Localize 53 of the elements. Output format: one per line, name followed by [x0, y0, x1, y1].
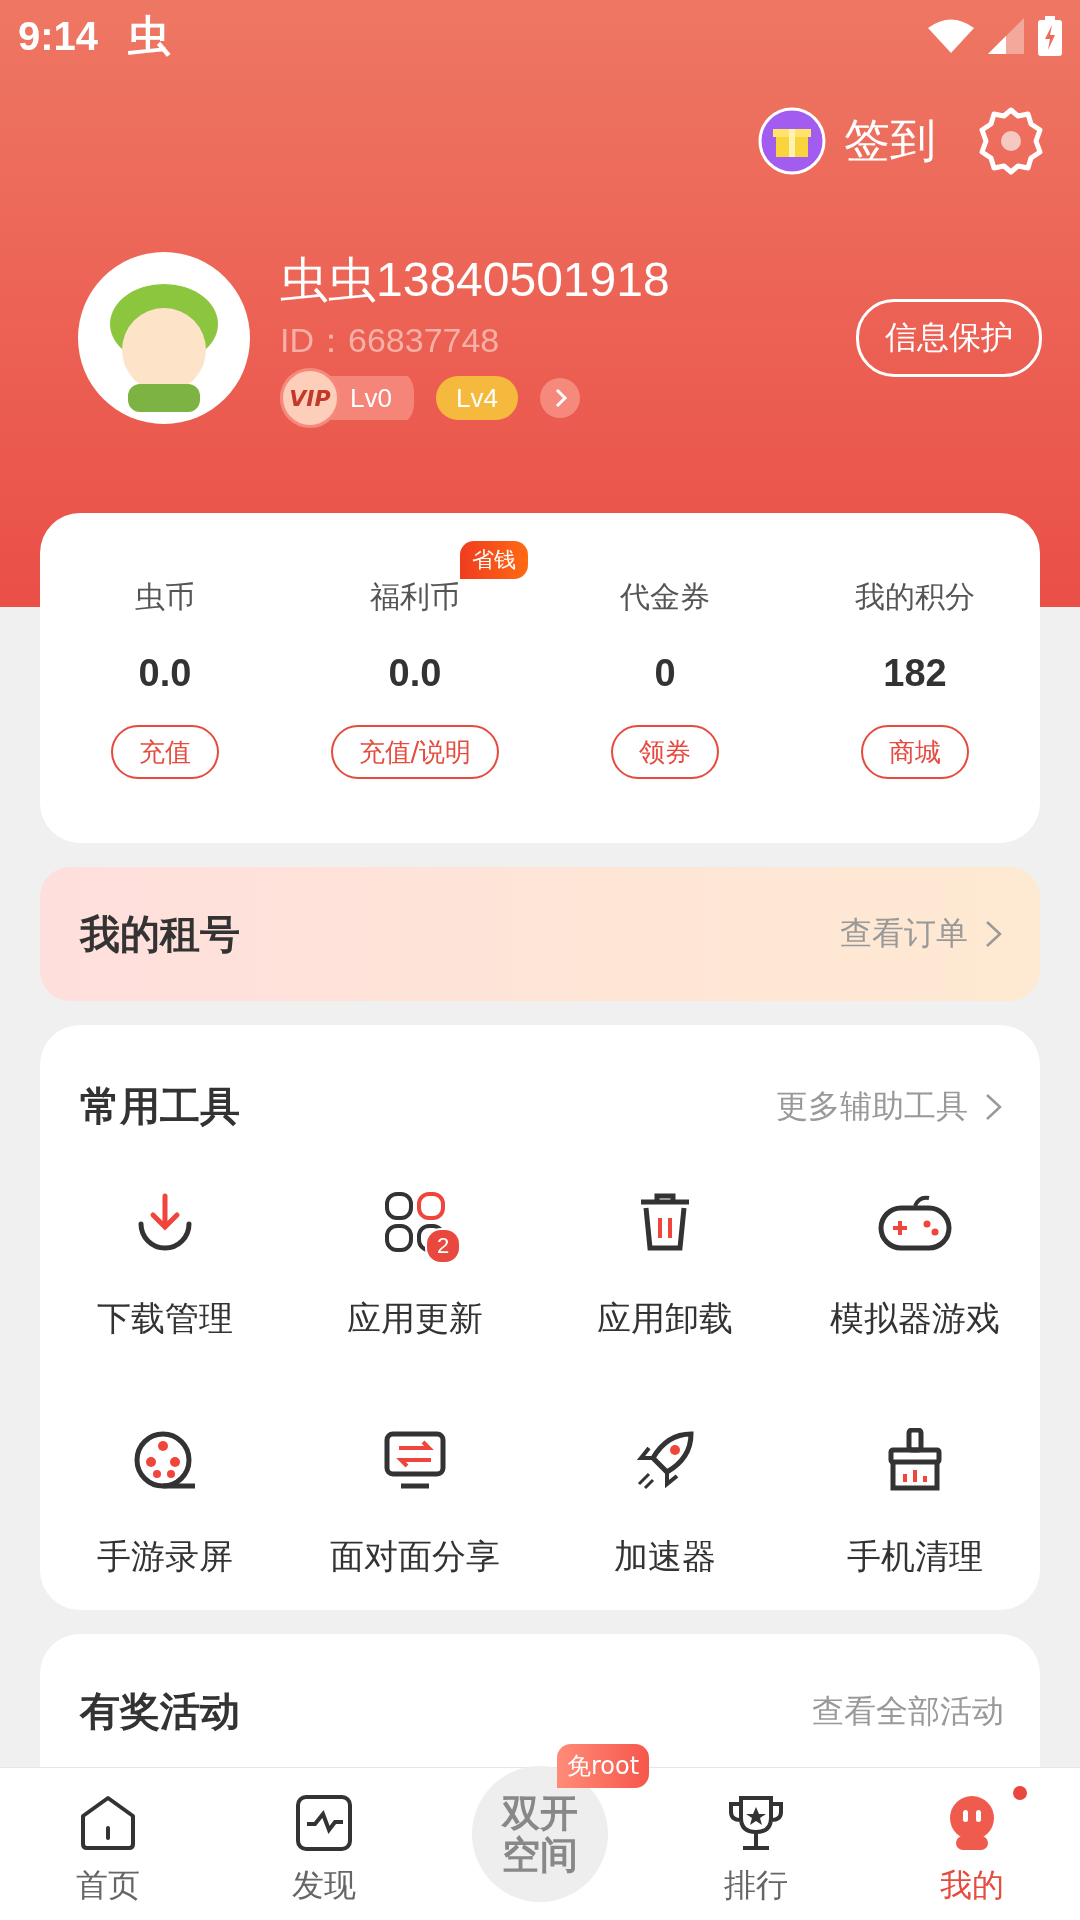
trophy-icon [727, 1794, 785, 1852]
stat-label: 代金券 [620, 579, 710, 614]
gift-icon [758, 107, 826, 175]
chevron-right-icon[interactable] [539, 378, 580, 418]
home-icon [79, 1794, 137, 1852]
stat-value: 0 [654, 652, 676, 695]
tool-item[interactable]: 面对面分享 [290, 1422, 540, 1580]
user-name: 虫虫13840501918 [280, 252, 671, 308]
wifi-icon [928, 19, 974, 53]
info-protection-button[interactable]: 信息保护 [856, 299, 1042, 377]
tool-item[interactable]: 加速器 [540, 1422, 790, 1580]
stat-action-button[interactable]: 充值/说明 [330, 725, 500, 779]
tool-item[interactable]: 下载管理 [40, 1184, 290, 1342]
avatar[interactable] [78, 252, 250, 424]
signal-icon [988, 18, 1024, 54]
tool-item[interactable]: 手游录屏 [40, 1422, 290, 1580]
rental-card[interactable]: 我的租号 查看订单 [40, 867, 1040, 1001]
stat-label: 福利币 [370, 579, 460, 614]
nav-tab[interactable]: 我的 [864, 1780, 1080, 1908]
stat-label: 虫币 [135, 579, 195, 614]
tool-item[interactable]: 手机清理 [790, 1422, 1040, 1580]
stat-action-button[interactable]: 领券 [611, 725, 719, 779]
chevron-right-icon [984, 1091, 1004, 1122]
stat-value: 0.0 [388, 652, 442, 695]
nav-tab[interactable]: 首页 [0, 1780, 216, 1908]
user-id: ID：66837748 [280, 320, 501, 361]
checkin-button[interactable]: 签到 [758, 107, 936, 175]
stat-action-button[interactable]: 充值 [111, 725, 219, 779]
all-activities-link[interactable]: 查看全部活动 [812, 1689, 1004, 1734]
section-title: 我的租号 [80, 909, 241, 959]
view-orders-link[interactable]: 查看订单 [840, 912, 1004, 956]
nav-tab[interactable]: 发现 [216, 1780, 432, 1908]
battery-icon [1038, 16, 1062, 56]
count-badge: 2 [425, 1228, 461, 1264]
pulse-chart-icon [295, 1794, 353, 1852]
tool-item[interactable]: 应用卸载 [540, 1184, 790, 1342]
more-tools-link[interactable]: 更多辅助工具 [776, 1084, 1004, 1129]
stat-action-button[interactable]: 商城 [861, 725, 969, 779]
stat-value: 182 [883, 652, 947, 695]
status-time: 9:14 [18, 13, 99, 59]
stat-label: 我的积分 [855, 579, 975, 614]
section-title: 常用工具 [80, 1082, 240, 1131]
stat-value: 0.0 [138, 652, 192, 695]
tool-item[interactable]: 模拟器游戏 [790, 1184, 1040, 1342]
nav-tab[interactable]: 排行 [648, 1780, 864, 1908]
tool-item[interactable]: 2 应用更新 [290, 1184, 540, 1342]
app-notification-glyph: 虫 [128, 10, 171, 62]
vip-level-badge[interactable]: VIP Lv0 [280, 368, 414, 428]
section-title: 有奖活动 [80, 1687, 240, 1736]
chevron-right-icon [984, 919, 1004, 949]
promo-tag: 省钱 [460, 541, 528, 579]
promo-tag: 免root [557, 1744, 650, 1788]
apps-grid-icon [383, 1190, 447, 1254]
